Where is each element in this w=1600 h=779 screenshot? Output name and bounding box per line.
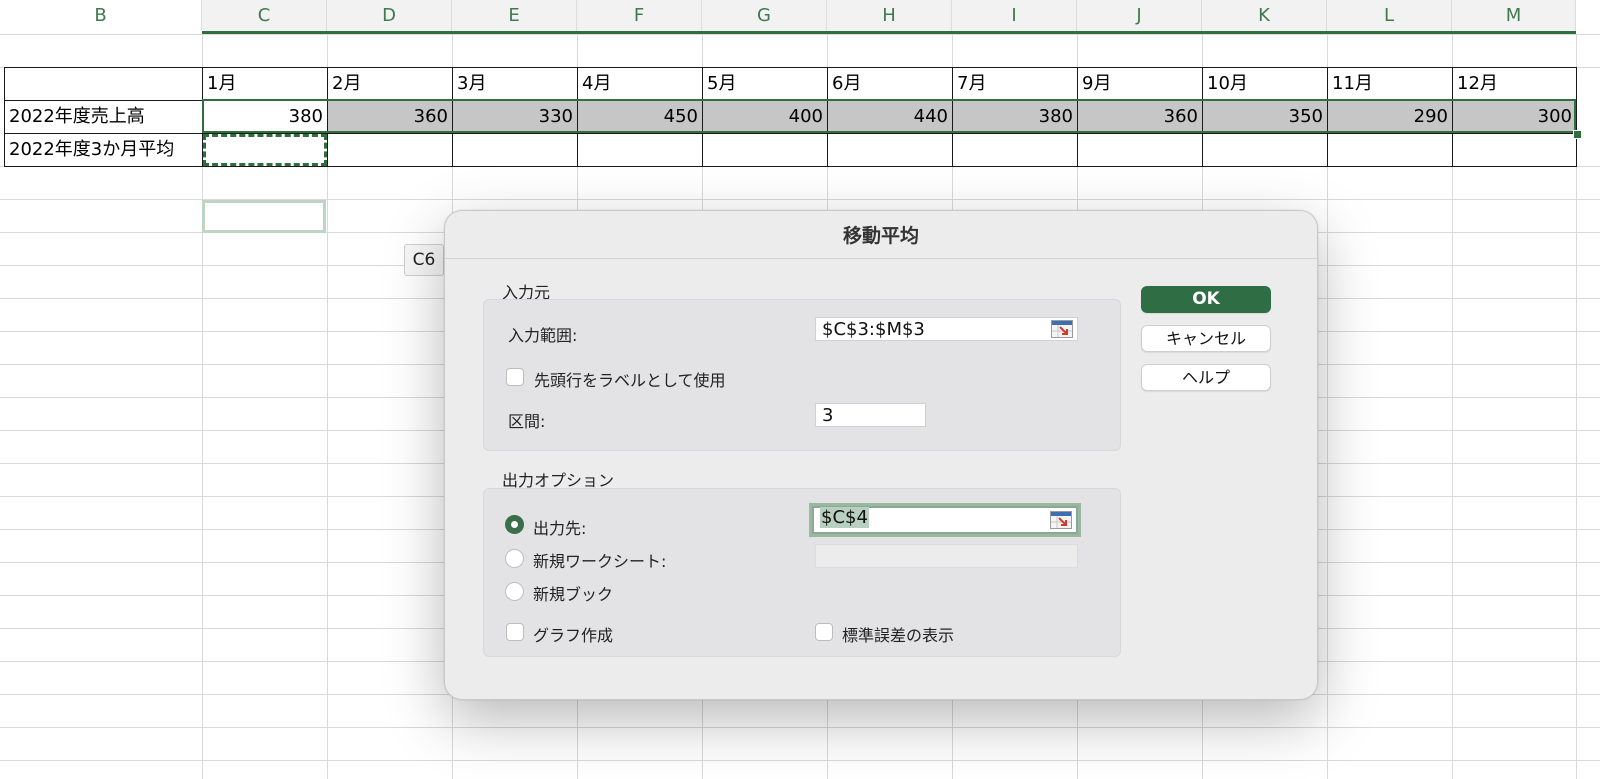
output-dest-label: 出力先: [533, 519, 587, 538]
range-picker-icon[interactable] [1051, 320, 1073, 338]
new-workbook-label: 新規ブック [533, 585, 614, 604]
dialog-title: 移動平均 [842, 225, 919, 247]
column-header-b[interactable]: B [0, 0, 202, 31]
month-header-cell[interactable]: 6月 [827, 67, 953, 101]
help-button[interactable]: ヘルプ [1141, 364, 1271, 391]
range-selection-border [202, 99, 1576, 133]
output-dest-field[interactable]: $C$4 [812, 506, 1078, 534]
average-cell[interactable] [702, 133, 828, 167]
month-header-cell[interactable]: 3月 [452, 67, 578, 101]
moving-average-dialog: 移動平均 入力元 入力範囲: $C$3:$M$3 先頭行をラベルとして使用 区間… [444, 210, 1318, 700]
input-range-value: $C$3:$M$3 [822, 319, 925, 340]
table-corner-cell[interactable] [4, 67, 203, 101]
average-cell[interactable] [1202, 133, 1328, 167]
input-range-label: 入力範囲: [508, 326, 578, 345]
new-worksheet-radio[interactable] [505, 549, 524, 568]
fill-handle[interactable] [1573, 130, 1582, 139]
column-header-j[interactable]: J [1077, 0, 1202, 31]
month-header-cell[interactable]: 10月 [1202, 67, 1328, 101]
interval-label: 区間: [508, 412, 546, 431]
title-divider [445, 258, 1317, 259]
column-header-h[interactable]: H [827, 0, 952, 31]
column-header-m[interactable]: M [1452, 0, 1576, 31]
interval-field[interactable]: 3 [815, 403, 926, 427]
month-header-cell[interactable]: 9月 [1077, 67, 1203, 101]
output-dest-value: $C$4 [820, 507, 869, 528]
month-header-cell[interactable]: 7月 [952, 67, 1078, 101]
first-row-label-checkbox[interactable] [506, 368, 524, 386]
range-picker-icon[interactable] [1050, 511, 1072, 529]
month-header-cell[interactable]: 5月 [702, 67, 828, 101]
output-dest-radio[interactable] [505, 515, 524, 534]
chart-output-label: グラフ作成 [533, 626, 614, 645]
average-cell[interactable] [577, 133, 703, 167]
column-header-i[interactable]: I [952, 0, 1077, 31]
row-label-average[interactable]: 2022年度3か月平均 [4, 133, 203, 167]
average-cell[interactable] [327, 133, 453, 167]
new-worksheet-field[interactable] [815, 544, 1078, 568]
month-header-cell[interactable]: 11月 [1327, 67, 1453, 101]
column-header-f[interactable]: F [577, 0, 702, 31]
cancel-button[interactable]: キャンセル [1141, 325, 1271, 352]
average-cell[interactable] [452, 133, 578, 167]
average-cell[interactable] [1077, 133, 1203, 167]
average-cell[interactable] [1452, 133, 1577, 167]
std-error-checkbox[interactable] [815, 623, 833, 641]
cell-reference-tooltip: C6 [404, 244, 444, 276]
month-header-cell[interactable]: 12月 [1452, 67, 1577, 101]
input-range-field[interactable]: $C$3:$M$3 [815, 317, 1078, 341]
month-header-cell[interactable]: 4月 [577, 67, 703, 101]
month-header-cell[interactable]: 1月 [202, 67, 328, 101]
new-worksheet-label: 新規ワークシート: [533, 552, 667, 571]
new-workbook-radio[interactable] [505, 582, 524, 601]
column-header-k[interactable]: K [1202, 0, 1327, 31]
month-header-cell[interactable]: 2月 [327, 67, 453, 101]
chart-output-checkbox[interactable] [506, 623, 524, 641]
column-header-l[interactable]: L [1327, 0, 1452, 31]
column-header-e[interactable]: E [452, 0, 577, 31]
ok-button[interactable]: OK [1141, 286, 1271, 313]
input-panel: 入力範囲: $C$3:$M$3 先頭行をラベルとして使用 区間: 3 [483, 299, 1121, 451]
column-header-d[interactable]: D [327, 0, 452, 31]
average-cell[interactable] [827, 133, 953, 167]
column-header-bar: B C D E F G H I J K L M [0, 0, 1600, 33]
average-cell[interactable] [952, 133, 1078, 167]
std-error-label: 標準誤差の表示 [842, 626, 955, 645]
ghost-cell-highlight [202, 200, 326, 233]
output-panel: 出力先: $C$4 新規ワークシート: 新規ブック グラフ作成 標準誤差の表示 [483, 488, 1121, 657]
column-header-c[interactable]: C [202, 0, 327, 31]
average-cell[interactable] [1327, 133, 1453, 167]
first-row-label-text: 先頭行をラベルとして使用 [534, 371, 726, 390]
copy-marquee [203, 134, 327, 166]
column-header-g[interactable]: G [702, 0, 827, 31]
row-label-sales[interactable]: 2022年度売上高 [4, 100, 203, 134]
